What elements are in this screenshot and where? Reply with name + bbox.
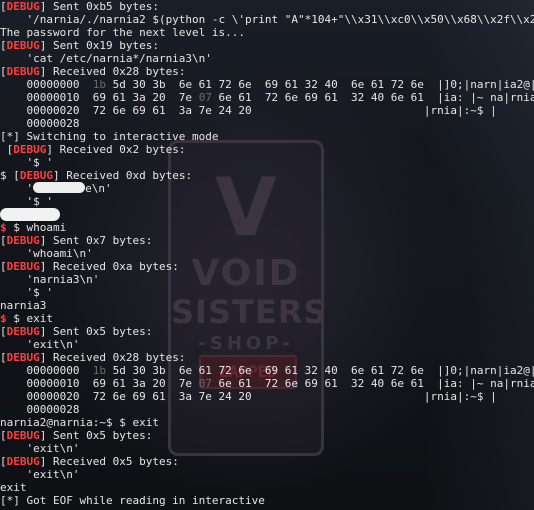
prompt: $ [ [0, 169, 20, 182]
terminal-line: [DEBUG] Sent 0x5 bytes: [0, 325, 153, 338]
terminal-line: [DEBUG] Received 0x28 bytes: [0, 65, 186, 78]
terminal-line: [DEBUG] Sent 0x7 bytes: [0, 234, 153, 247]
hex-bytes: 6e 61 72 6e 69 61 32 40 6e 61 [211, 377, 438, 390]
debug-tag: DEBUG [13, 143, 47, 156]
line-text: Sent 0x5 bytes: [46, 325, 153, 338]
terminal-line: $ $ whoami [0, 221, 534, 234]
terminal-line: [*] Switching to interactive mode [0, 130, 219, 143]
line-text: Sent 0x7 bytes: [46, 234, 153, 247]
terminal-line: [*] Got EOF while reading in interactive [0, 494, 265, 507]
debug-tag: DEBUG [6, 429, 40, 442]
debug-tag: DEBUG [6, 234, 40, 247]
line-text: Received 0xa bytes: [46, 260, 179, 273]
debug-tag: DEBUG [6, 351, 40, 364]
line-text: Sent 0x5 bytes: [46, 429, 153, 442]
terminal-line: [DEBUG] Sent 0x19 bytes: [0, 39, 159, 52]
hexdump-line: 00000020 72 6e 69 61 3a 7e 24 20 |rnia|:… [0, 104, 534, 117]
debug-tag: DEBUG [6, 455, 40, 468]
line-text: Received 0x28 bytes: [46, 351, 186, 364]
hex-offset: 00000000 [0, 78, 93, 91]
line-text: ] Received 0xd bytes: [53, 169, 193, 182]
line-text: Sent 0x19 bytes: [46, 39, 159, 52]
terminal-line: exit [0, 481, 27, 494]
redacted-text [0, 208, 60, 221]
redacted-password [33, 182, 86, 193]
terminal-line: ' e\n' [0, 182, 534, 195]
hexdump-line: 00000000 1b 5d 30 3b 6e 61 72 6e 69 61 3… [0, 364, 534, 377]
debug-tag: DEBUG [6, 65, 40, 78]
terminal-line: [DEBUG] Sent 0x5 bytes: [0, 429, 153, 442]
hex-bytes: 00000020 72 6e 69 61 3a 7e 24 20 [0, 104, 424, 117]
terminal-line: narnia3 [0, 299, 47, 312]
debug-tag: DEBUG [6, 0, 40, 13]
hex-bell-byte: 07 [198, 91, 212, 104]
terminal-output[interactable]: [DEBUG] Sent 0xb5 bytes: '/narnia/./narn… [0, 0, 534, 510]
terminal-line: 'narnia3\n' [0, 273, 100, 286]
hex-offset: 00000010 69 61 3a 20 7e [0, 377, 199, 390]
debug-tag: DEBUG [6, 325, 40, 338]
line-text: Sent 0xb5 bytes: [46, 0, 159, 13]
command-text: $ whoami [13, 221, 67, 234]
hexdump-line: 00000028 [0, 403, 80, 416]
terminal-line: $ [DEBUG] Received 0xd bytes: [0, 169, 534, 182]
hexdump-line: 00000000 1b 5d 30 3b 6e 61 72 6e 69 61 3… [0, 78, 534, 91]
terminal-line: $ $ exit [0, 312, 534, 325]
line-text: Received 0x28 bytes: [46, 65, 186, 78]
hex-offset: 00000010 69 61 3a 20 7e [0, 91, 199, 104]
terminal-line: The password for the next level is... [0, 26, 246, 39]
terminal-line [0, 208, 534, 221]
hex-bytes: 00000020 72 6e 69 61 3a 7e 24 20 [0, 390, 424, 403]
hex-ascii: |rnia|:~$ | [423, 104, 497, 117]
terminal-line: '$ ' [0, 195, 53, 208]
terminal-line: 'cat /etc/narnia*/narnia3\n' [0, 52, 212, 65]
hex-ascii: |]0;|narn|ia2@|narn| [437, 78, 534, 91]
terminal-line: [DEBUG] Received 0x28 bytes: [0, 351, 186, 364]
hex-bytes: 6e 61 72 6e 69 61 32 40 6e 61 [211, 91, 438, 104]
terminal-line: [DEBUG] Received 0x2 bytes: [0, 143, 186, 156]
hex-ascii: |ia: |~ na|rnia|2@na| [437, 91, 534, 104]
command-text: $ exit [13, 312, 53, 325]
debug-tag: DEBUG [6, 39, 40, 52]
hex-bell-byte: 07 [198, 377, 212, 390]
line-text: Received 0x2 bytes: [53, 143, 186, 156]
shell-prompt: $ [0, 221, 14, 234]
hex-ascii: |ia: |~ na|rnia|2@na| [437, 377, 534, 390]
terminal-line: '/narnia/./narnia2 $(python -c \'print "… [0, 13, 534, 26]
terminal-line: 'exit\n' [0, 468, 80, 481]
terminal-line: [DEBUG] Received 0x5 bytes: [0, 455, 179, 468]
hex-ascii: |]0;|narn|ia2@|narn| [437, 364, 534, 377]
hex-escape-byte: 1b [92, 364, 106, 377]
terminal-line: 'exit\n' [0, 338, 80, 351]
debug-tag: DEBUG [6, 260, 40, 273]
hex-bytes: 5d 30 3b 6e 61 72 6e 69 61 32 40 6e 61 7… [105, 78, 438, 91]
hex-offset: 00000000 [0, 364, 93, 377]
line-text: Received 0x5 bytes: [46, 455, 179, 468]
hex-ascii: |rnia|:~$ | [423, 390, 497, 403]
hex-escape-byte: 1b [92, 78, 106, 91]
terminal-line: '$ ' [0, 156, 53, 169]
debug-tag: DEBUG [19, 169, 53, 182]
terminal-line: 'exit\n' [0, 442, 80, 455]
hexdump-line: 00000028 [0, 117, 80, 130]
line-text: ' [0, 182, 34, 195]
terminal-line: narnia2@narnia:~$ $ exit [0, 416, 159, 429]
hex-bytes: 5d 30 3b 6e 61 72 6e 69 61 32 40 6e 61 7… [105, 364, 438, 377]
line-text: e\n' [85, 182, 112, 195]
hexdump-line: 00000010 69 61 3a 20 7e 07 6e 61 72 6e 6… [0, 91, 534, 104]
hexdump-line: 00000010 69 61 3a 20 7e 07 6e 61 72 6e 6… [0, 377, 534, 390]
terminal-line: [DEBUG] Sent 0xb5 bytes: [0, 0, 159, 13]
terminal-line: 'whoami\n' [0, 247, 93, 260]
terminal-line: [DEBUG] Received 0xa bytes: [0, 260, 179, 273]
terminal-line: '$ ' [0, 286, 53, 299]
hexdump-line: 00000020 72 6e 69 61 3a 7e 24 20 |rnia|:… [0, 390, 534, 403]
shell-prompt: $ [0, 312, 14, 325]
